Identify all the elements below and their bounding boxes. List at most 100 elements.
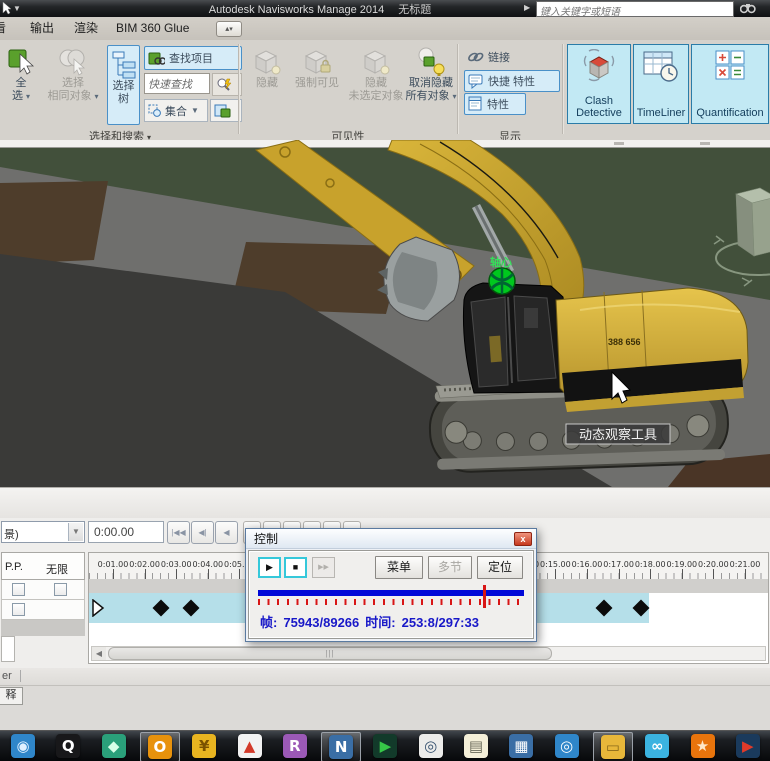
quick-access-caret-icon[interactable]: ▼ (13, 4, 21, 13)
hide-cube-icon (254, 50, 281, 75)
viewport-top-strip (0, 140, 770, 147)
scrollbar-thumb[interactable]: ||| (108, 647, 552, 660)
taskbar-icon-notepad[interactable]: ▤ (457, 732, 495, 760)
orbit-tool-tooltip: 动态观察工具 (565, 423, 671, 445)
dialog-multinode-button[interactable]: 多节 (428, 556, 472, 579)
navisworks-window: ▼ Autodesk Navisworks Manage 2014无标题 ▶ 看… (0, 0, 770, 761)
quantification-button[interactable]: Quantification (691, 44, 769, 124)
infinite-checkbox-row1[interactable] (54, 583, 67, 596)
ruler-tick: 0:19.00 (666, 560, 697, 579)
taskbar-icon-qqlive[interactable]: ▶ (366, 732, 404, 760)
force-visible-cube-icon (304, 50, 331, 74)
ruler-tick: 0:20.00 (698, 560, 729, 579)
selection-tree-button[interactable]: 选择 树 (107, 45, 140, 125)
tab-bim360glue[interactable]: BIM 360 Glue (112, 20, 193, 37)
ruler-tick: 0:01.00 (98, 560, 128, 579)
dialog-fastforward-button[interactable]: ▶▶ (312, 557, 335, 578)
taskbar-icon-calculator[interactable]: ▦ (502, 732, 540, 760)
ribbon: 全 选 ▾ 选择 相同对象 ▾ 选择 树 查找项目 快速查找 集合 ▼ 选择和搜… (0, 40, 770, 143)
frame-label: 帧: (260, 615, 278, 630)
time-position-field[interactable]: 0:00.00 (88, 521, 164, 543)
help-search-box[interactable] (536, 1, 734, 20)
track-row-options (1, 600, 85, 620)
tab-output[interactable]: 输出 (26, 20, 58, 37)
tab-render[interactable]: 渲染 (70, 20, 102, 37)
play-reverse-button[interactable]: ◀ (215, 521, 238, 544)
timeline-hscrollbar[interactable]: ◀ ||| (91, 646, 766, 661)
sets-icon (148, 104, 161, 117)
control-dialog-titlebar[interactable]: 控制 (246, 529, 536, 549)
quantification-icon (715, 50, 745, 80)
dialog-play-button[interactable]: ▶ (258, 557, 281, 578)
taskbar-icon-messenger-glyph: ◆ (101, 734, 126, 758)
dialog-position-marker[interactable] (483, 585, 487, 608)
pp-checkbox-row2[interactable] (12, 603, 25, 616)
windows-taskbar: ◉ Q ◆ O ¥ ▲ R N ▶ ◎ ▤ ▦ ◎ ▭ ∞ ★ ▶ (0, 730, 770, 761)
ruler-tick: 0:15.00 (540, 560, 571, 579)
taskbar-icon-qq[interactable]: Q (49, 732, 87, 760)
taskbar-icon-media-center[interactable]: ◉ (4, 732, 42, 760)
pp-checkbox-row1[interactable] (12, 583, 25, 596)
taskbar-icon-coin-app[interactable]: ¥ (185, 732, 223, 760)
select-same-button[interactable]: 选择 相同对象 ▾ (42, 45, 104, 125)
hood-model-text: 388 656 (608, 337, 641, 347)
taskbar-icon-kuaiya[interactable]: ★ (684, 732, 722, 760)
taskbar-icon-search[interactable]: ◎ (548, 732, 586, 760)
sets-dropdown[interactable]: 集合 ▼ (144, 99, 208, 122)
hide-button[interactable]: 隐藏 (247, 47, 287, 125)
scroll-left-arrow-icon[interactable]: ◀ (92, 647, 106, 660)
selection-tree-icon (112, 51, 135, 79)
ribbon-collapse-button[interactable]: ▴▾ (216, 21, 242, 37)
track-start-marker[interactable] (91, 599, 105, 617)
taskbar-icon-r-app[interactable]: R (276, 732, 314, 760)
select-same-icon (59, 49, 86, 76)
edit-cell[interactable] (1, 636, 15, 662)
close-icon[interactable]: x (514, 532, 532, 546)
links-button[interactable]: 链接 (464, 47, 540, 67)
panel-splitter[interactable] (0, 487, 770, 518)
ruler-tick: 0:03.00 (161, 560, 192, 579)
manage-sets-icon (214, 104, 231, 118)
dialog-stop-button[interactable]: ■ (284, 557, 307, 578)
time-label: 时间: (365, 615, 396, 630)
binoculars-search-icon[interactable] (740, 1, 756, 14)
dialog-locate-button[interactable]: 定位 (477, 556, 523, 579)
taskbar-icon-stock-app[interactable]: ▲ (231, 732, 269, 760)
dock-partial-tab[interactable]: 释 (0, 687, 23, 705)
hide-unselected-button[interactable]: 隐藏 未选定对象 (347, 47, 405, 125)
require-button[interactable]: 强制可见 (289, 47, 345, 125)
timeliner-button[interactable]: TimeLiner (633, 44, 689, 124)
viewport-3d[interactable]: 388 656 轴心 动态观察工具 (0, 139, 770, 487)
ruler-tick: 0:16.00 (572, 560, 602, 579)
taskbar-icon-messenger[interactable]: ◆ (95, 732, 133, 760)
taskbar-icon-media-player[interactable]: ▶ (729, 732, 767, 760)
clash-detective-button[interactable]: Clash Detective (567, 44, 631, 124)
taskbar-icon-outlook[interactable]: O (139, 732, 180, 761)
taskbar-icon-qqlive-glyph: ▶ (373, 734, 398, 758)
unhide-all-cube-icon (418, 47, 445, 76)
find-items-button[interactable]: 查找项目 (144, 46, 242, 70)
column-infinite-label: 无限 (46, 564, 68, 576)
dock-title-row: er (0, 668, 770, 686)
column-pp-label: P.P. (5, 561, 23, 573)
title-bar[interactable]: ▼ Autodesk Navisworks Manage 2014 无标题 ▶ (0, 0, 770, 20)
taskbar-icon-file-explorer[interactable]: ▭ (592, 732, 633, 761)
taskbar-icon-snipping-tool[interactable]: ◎ (412, 732, 450, 760)
quick-properties-button[interactable]: 快捷 特性 (464, 70, 560, 92)
select-all-button[interactable]: 全 选 ▾ (2, 45, 40, 125)
tab-view[interactable]: 看 (0, 20, 10, 37)
dialog-menu-button[interactable]: 菜单 (375, 556, 423, 579)
properties-button[interactable]: 特性 (464, 93, 526, 115)
ribbon-tab-bar: 看 输出 渲染 BIM 360 Glue ▴▾ (0, 17, 770, 41)
unhide-all-button[interactable]: 取消隐藏 所有对象 ▾ (405, 47, 457, 125)
taskbar-icon-link-app[interactable]: ∞ (638, 732, 676, 760)
quick-find-input[interactable]: 快速查找 (144, 73, 210, 94)
search-expand-icon[interactable]: ▶ (524, 3, 530, 12)
taskbar-icon-qq-glyph: Q (56, 734, 81, 758)
rewind-button[interactable]: |◀◀ (167, 521, 190, 544)
hide-unselected-cube-icon (363, 50, 390, 75)
scene-selector-dropdown[interactable]: 景) ▼ (1, 521, 85, 543)
step-back-button[interactable]: ◀| (191, 521, 214, 544)
taskbar-icon-navisworks[interactable]: N (321, 732, 362, 761)
taskbar-icon-link-app-glyph: ∞ (645, 734, 670, 758)
